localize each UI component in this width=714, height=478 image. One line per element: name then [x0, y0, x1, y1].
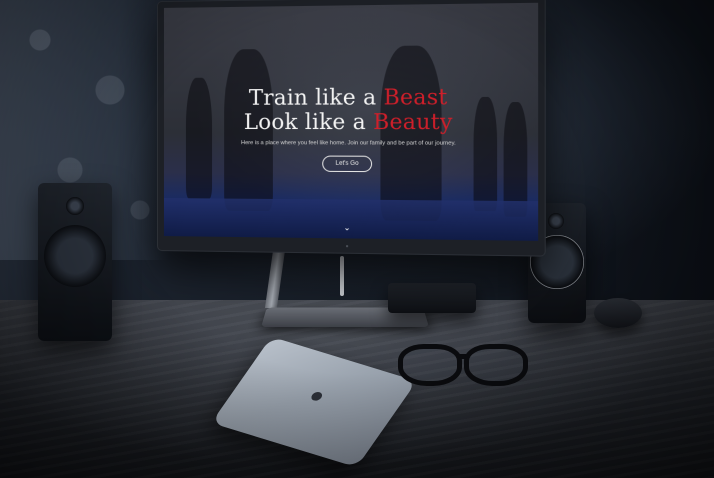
- headline-line-2: Look like a Beauty: [164, 109, 538, 134]
- left-speaker-tweeter: [66, 197, 84, 215]
- headline-2-accent: Beauty: [373, 109, 453, 134]
- eyeglasses-right-lens: [464, 344, 528, 386]
- hero-section: Train like a Beast Look like a Beauty He…: [164, 84, 538, 173]
- headline-1-accent: Beast: [384, 85, 448, 110]
- desk-scene-photo: Train like a Beast Look like a Beauty He…: [0, 0, 714, 478]
- headline-line-1: Train like a Beast: [164, 84, 538, 110]
- left-speaker-woofer: [44, 225, 106, 287]
- headline-1-text: Train like a: [249, 85, 384, 110]
- right-speaker-tweeter: [548, 213, 564, 229]
- monitor-screen-website: Train like a Beast Look like a Beauty He…: [164, 3, 538, 241]
- computer-mouse: [594, 298, 642, 328]
- eyeglasses: [398, 338, 530, 386]
- hero-subtitle: Here is a place where you feel like home…: [164, 140, 538, 147]
- lets-go-button[interactable]: Let's Go: [322, 156, 372, 173]
- monitor: Train like a Beast Look like a Beauty He…: [158, 0, 545, 256]
- apple-logo-icon: ●: [300, 383, 334, 408]
- left-speaker: [38, 183, 112, 341]
- lg-logo-icon: ●: [341, 243, 353, 249]
- monitor-cable: [340, 256, 344, 296]
- mini-pc: [388, 283, 476, 313]
- eyeglasses-left-lens: [398, 344, 462, 386]
- chevron-down-icon[interactable]: ⌄: [343, 224, 351, 232]
- headline-2-text: Look like a: [244, 110, 373, 135]
- screen-floor-mat: [164, 198, 538, 241]
